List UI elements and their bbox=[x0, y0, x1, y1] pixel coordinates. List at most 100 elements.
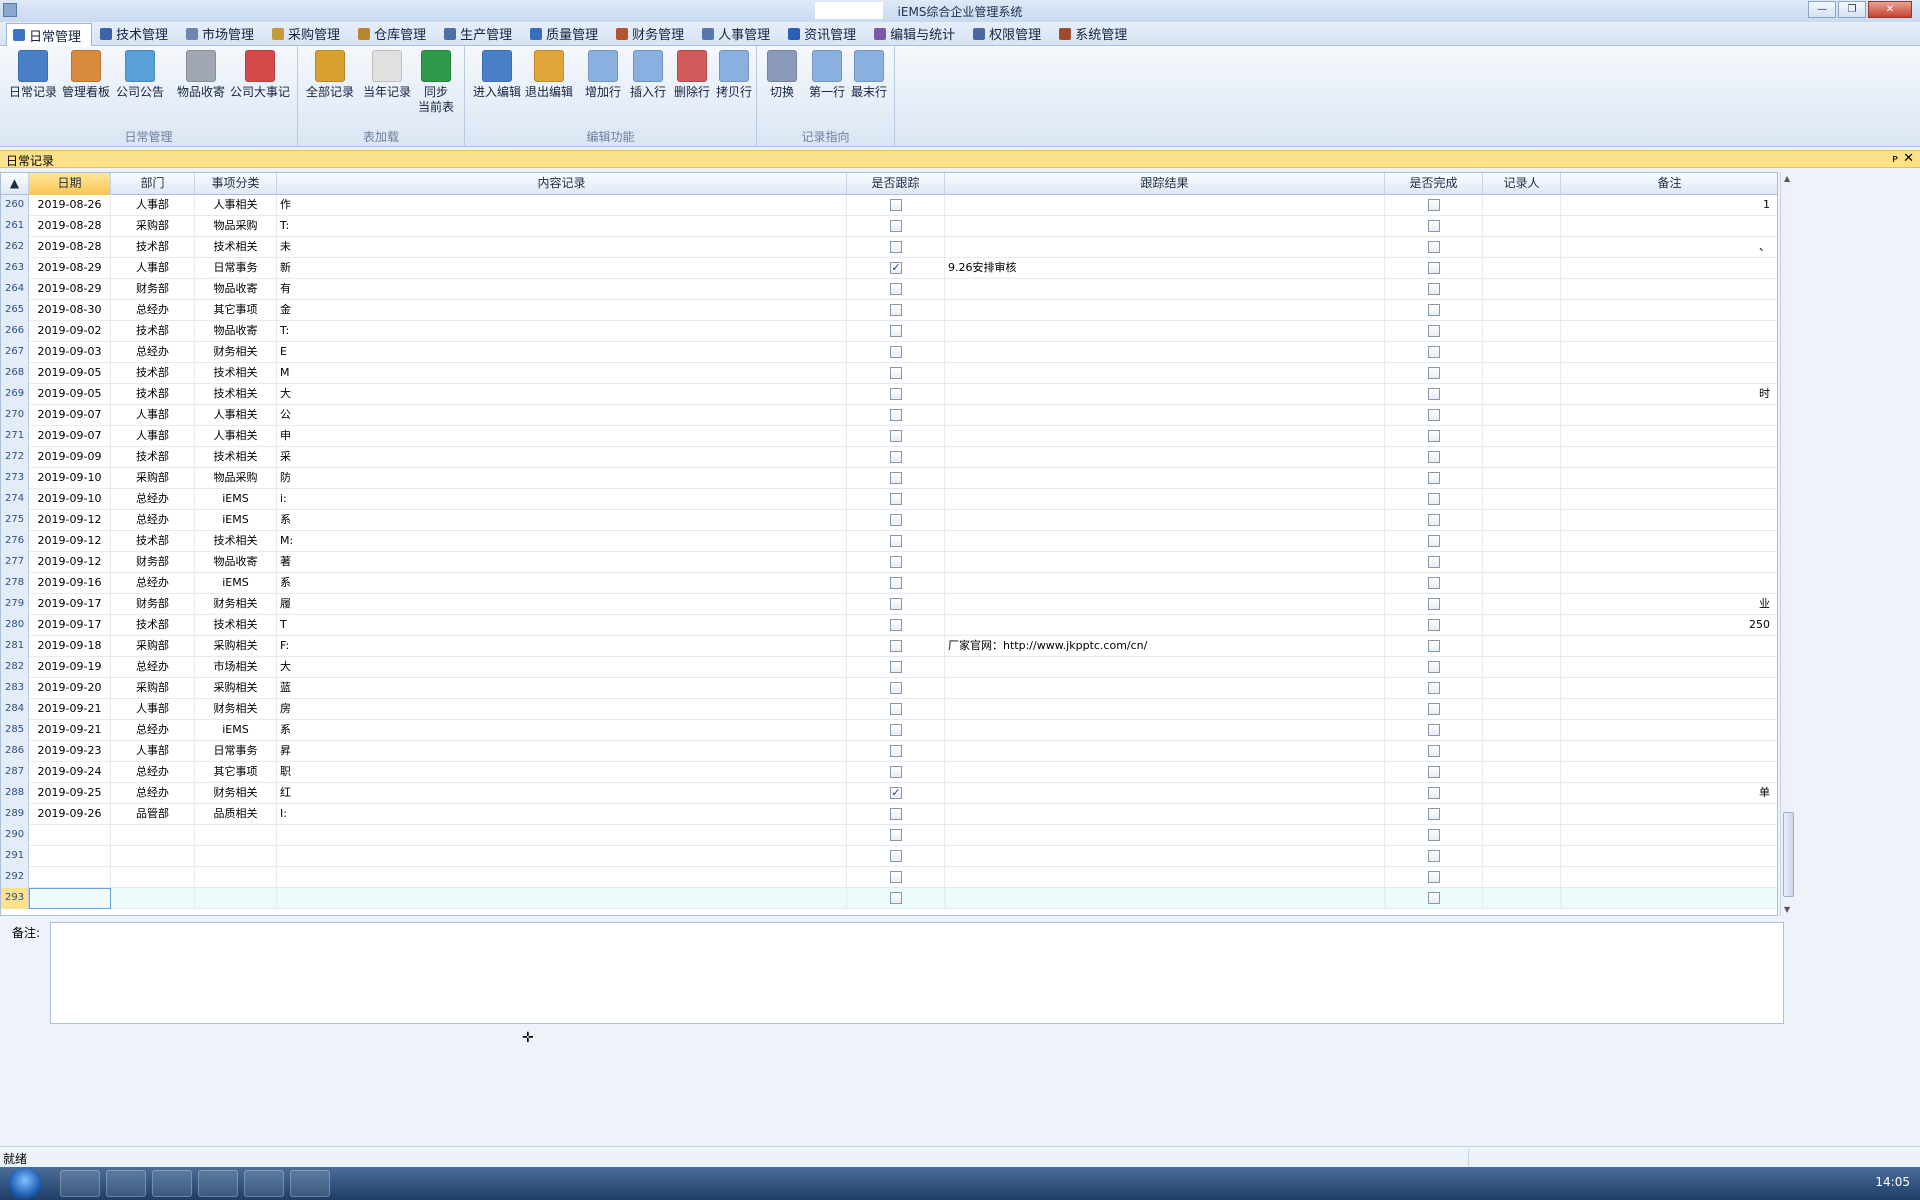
table-row[interactable]: 281 2019-09-18 采购部 采购相关 F: 厂家官网：http://www.jk… bbox=[1, 636, 1777, 657]
track-checkbox[interactable] bbox=[890, 871, 902, 883]
menu-item-5[interactable]: 生产管理 bbox=[438, 23, 522, 45]
scroll-thumb[interactable] bbox=[1783, 812, 1794, 897]
track-cell[interactable]: ✓ bbox=[847, 258, 945, 279]
done-checkbox[interactable] bbox=[1428, 808, 1440, 820]
recorder-cell[interactable] bbox=[1483, 720, 1561, 741]
category-cell[interactable]: 物品收寄 bbox=[195, 552, 277, 573]
date-cell[interactable]: 2019-09-03 bbox=[29, 342, 111, 363]
track-checkbox[interactable] bbox=[890, 304, 902, 316]
category-cell[interactable]: 技术相关 bbox=[195, 363, 277, 384]
date-cell[interactable]: 2019-09-02 bbox=[29, 321, 111, 342]
track-checkbox[interactable] bbox=[890, 619, 902, 631]
department-cell[interactable]: 人事部 bbox=[111, 699, 195, 720]
recorder-cell[interactable] bbox=[1483, 447, 1561, 468]
track-checkbox[interactable] bbox=[890, 640, 902, 652]
category-cell[interactable]: 品质相关 bbox=[195, 804, 277, 825]
track-checkbox[interactable] bbox=[890, 346, 902, 358]
content-cell[interactable]: T: bbox=[277, 321, 847, 342]
track-result-cell[interactable] bbox=[945, 531, 1385, 552]
done-cell[interactable] bbox=[1385, 741, 1483, 762]
menu-item-10[interactable]: 编辑与统计 bbox=[868, 23, 965, 45]
content-cell[interactable] bbox=[277, 867, 847, 888]
date-cell[interactable]: 2019-09-19 bbox=[29, 657, 111, 678]
track-result-cell[interactable]: 9.26安排审核 bbox=[945, 258, 1385, 279]
category-cell[interactable]: 物品采购 bbox=[195, 216, 277, 237]
date-cell[interactable]: 2019-09-16 bbox=[29, 573, 111, 594]
done-cell[interactable] bbox=[1385, 720, 1483, 741]
track-cell[interactable] bbox=[847, 321, 945, 342]
note-cell[interactable] bbox=[1561, 888, 1777, 909]
category-cell[interactable]: iEMS bbox=[195, 489, 277, 510]
done-cell[interactable] bbox=[1385, 510, 1483, 531]
department-cell[interactable]: 采购部 bbox=[111, 216, 195, 237]
table-row[interactable]: 280 2019-09-17 技术部 技术相关 T 250 bbox=[1, 615, 1777, 636]
track-cell[interactable] bbox=[847, 195, 945, 216]
track-result-cell[interactable] bbox=[945, 594, 1385, 615]
track-checkbox[interactable] bbox=[890, 766, 902, 778]
done-checkbox[interactable] bbox=[1428, 745, 1440, 757]
track-checkbox[interactable] bbox=[890, 241, 902, 253]
done-cell[interactable] bbox=[1385, 405, 1483, 426]
date-cell[interactable]: 2019-09-07 bbox=[29, 426, 111, 447]
category-cell[interactable]: 技术相关 bbox=[195, 384, 277, 405]
note-cell[interactable] bbox=[1561, 405, 1777, 426]
note-cell[interactable]: 时 bbox=[1561, 384, 1777, 405]
track-result-cell[interactable] bbox=[945, 363, 1385, 384]
done-cell[interactable] bbox=[1385, 552, 1483, 573]
note-cell[interactable] bbox=[1561, 573, 1777, 594]
ribbon-button-2-2[interactable]: 增加行 bbox=[583, 50, 623, 100]
done-checkbox[interactable] bbox=[1428, 514, 1440, 526]
done-cell[interactable] bbox=[1385, 825, 1483, 846]
content-cell[interactable]: 公 bbox=[277, 405, 847, 426]
track-checkbox[interactable] bbox=[890, 388, 902, 400]
track-cell[interactable] bbox=[847, 741, 945, 762]
done-checkbox[interactable] bbox=[1428, 472, 1440, 484]
note-cell[interactable] bbox=[1561, 825, 1777, 846]
date-cell[interactable]: 2019-09-05 bbox=[29, 363, 111, 384]
track-checkbox[interactable] bbox=[890, 724, 902, 736]
done-checkbox[interactable] bbox=[1428, 430, 1440, 442]
track-result-cell[interactable] bbox=[945, 321, 1385, 342]
department-cell[interactable] bbox=[111, 825, 195, 846]
track-result-cell[interactable] bbox=[945, 489, 1385, 510]
done-cell[interactable] bbox=[1385, 321, 1483, 342]
restore-button[interactable]: ❐ bbox=[1838, 1, 1866, 18]
track-cell[interactable] bbox=[847, 573, 945, 594]
date-cell[interactable]: 2019-08-26 bbox=[29, 195, 111, 216]
table-row[interactable]: 289 2019-09-26 品管部 品质相关 I: bbox=[1, 804, 1777, 825]
done-cell[interactable] bbox=[1385, 573, 1483, 594]
done-checkbox[interactable] bbox=[1428, 598, 1440, 610]
done-checkbox[interactable] bbox=[1428, 409, 1440, 421]
menu-item-2[interactable]: 市场管理 bbox=[180, 23, 264, 45]
chrome-app[interactable] bbox=[244, 1170, 284, 1197]
content-cell[interactable]: F: bbox=[277, 636, 847, 657]
note-cell[interactable] bbox=[1561, 363, 1777, 384]
track-result-cell[interactable] bbox=[945, 678, 1385, 699]
table-row[interactable]: 276 2019-09-12 技术部 技术相关 M: bbox=[1, 531, 1777, 552]
date-cell[interactable]: 2019-09-17 bbox=[29, 594, 111, 615]
category-cell[interactable]: 物品收寄 bbox=[195, 321, 277, 342]
date-cell[interactable]: 2019-09-25 bbox=[29, 783, 111, 804]
done-cell[interactable] bbox=[1385, 237, 1483, 258]
menu-item-3[interactable]: 采购管理 bbox=[266, 23, 350, 45]
track-checkbox[interactable] bbox=[890, 892, 902, 904]
track-cell[interactable] bbox=[847, 615, 945, 636]
track-result-cell[interactable] bbox=[945, 384, 1385, 405]
note-cell[interactable]: 1 bbox=[1561, 195, 1777, 216]
category-cell[interactable]: 技术相关 bbox=[195, 615, 277, 636]
track-cell[interactable] bbox=[847, 447, 945, 468]
done-checkbox[interactable] bbox=[1428, 850, 1440, 862]
date-cell[interactable] bbox=[29, 888, 111, 909]
table-row[interactable]: 263 2019-08-29 人事部 日常事务新 ✓ 9.26安排审核 bbox=[1, 258, 1777, 279]
recorder-cell[interactable] bbox=[1483, 468, 1561, 489]
notes-textarea[interactable] bbox=[50, 922, 1784, 1024]
done-checkbox[interactable] bbox=[1428, 619, 1440, 631]
track-cell[interactable] bbox=[847, 405, 945, 426]
table-row[interactable]: 269 2019-09-05 技术部 技术相关大 时 bbox=[1, 384, 1777, 405]
category-cell[interactable]: 物品采购 bbox=[195, 468, 277, 489]
track-checkbox[interactable] bbox=[890, 409, 902, 421]
table-row[interactable]: 261 2019-08-28 采购部 物品采购 T: bbox=[1, 216, 1777, 237]
track-checkbox[interactable] bbox=[890, 451, 902, 463]
track-cell[interactable] bbox=[847, 300, 945, 321]
track-result-cell[interactable] bbox=[945, 699, 1385, 720]
